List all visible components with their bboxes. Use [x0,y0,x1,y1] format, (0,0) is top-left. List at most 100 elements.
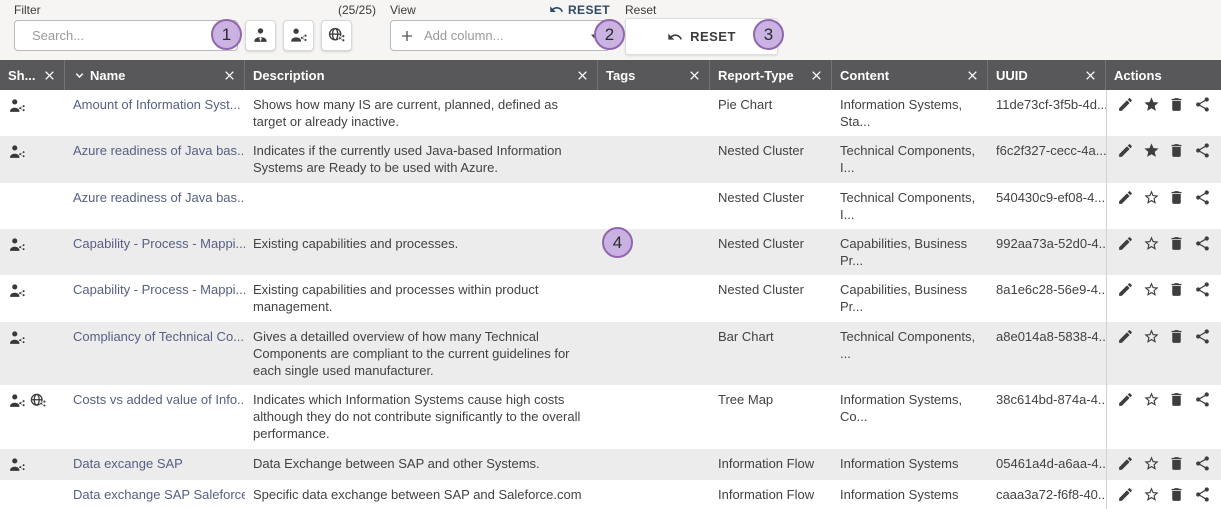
favorite-star-icon[interactable] [1143,486,1160,503]
favorite-star-icon[interactable] [1143,455,1160,472]
content-cell: Information Systems [832,480,988,509]
column-header-sh[interactable]: Sh... [0,60,65,90]
remove-column-icon[interactable] [43,69,56,82]
remove-column-icon[interactable] [576,69,589,82]
report-name-link[interactable]: Azure readiness of Java bas... [65,183,245,229]
actions-cell [1106,136,1221,182]
my-reports-filter-button[interactable] [245,20,276,51]
edit-icon[interactable] [1117,96,1134,113]
tags-cell [598,90,710,136]
globe-share-icon [327,26,346,45]
search-input[interactable] [30,27,195,44]
tags-cell [598,449,710,480]
report-name-link[interactable]: Data excange SAP [65,449,245,480]
description-cell: Existing capabilities and processes with… [245,275,598,321]
public-reports-filter-button[interactable] [321,20,352,51]
add-column-combobox[interactable] [390,20,610,51]
share-icon[interactable] [1194,391,1211,408]
edit-icon[interactable] [1117,235,1134,252]
report-type-cell: Pie Chart [710,90,832,136]
edit-icon[interactable] [1117,189,1134,206]
edit-icon[interactable] [1117,281,1134,298]
report-name-link[interactable]: Capability - Process - Mappi... [65,275,245,321]
report-name-link[interactable]: Costs vs added value of Info... [65,385,245,448]
delete-icon[interactable] [1168,96,1185,113]
annotation-circle-3: 3 [753,19,784,50]
delete-icon[interactable] [1168,235,1185,252]
favorite-star-icon[interactable] [1143,142,1160,159]
favorite-star-icon[interactable] [1143,189,1160,206]
share-icon[interactable] [1194,189,1211,206]
delete-icon[interactable] [1168,189,1185,206]
uuid-cell: f6c2f327-cecc-4a... [988,136,1106,182]
filter-label: Filter [14,3,41,17]
edit-icon[interactable] [1117,391,1134,408]
delete-icon[interactable] [1168,328,1185,345]
remove-column-icon[interactable] [1084,69,1097,82]
uuid-cell: caaa3a72-f6f8-40... [988,480,1106,509]
report-name-link[interactable]: Amount of Information Syst... [65,90,245,136]
delete-icon[interactable] [1168,455,1185,472]
content-cell: Technical Components, I... [832,183,988,229]
share-icon[interactable] [1194,281,1211,298]
table-row[interactable]: Data excange SAP Data Exchange between S… [0,449,1221,480]
table-row[interactable]: Data exchange SAP Saleforce Specific dat… [0,480,1221,509]
column-header-content[interactable]: Content [832,60,988,90]
column-header-description[interactable]: Description [245,60,598,90]
table-row[interactable]: Amount of Information Syst... Shows how … [0,90,1221,136]
edit-icon[interactable] [1117,455,1134,472]
table-row[interactable]: Azure readiness of Java bas... Nested Cl… [0,183,1221,229]
view-reset-button[interactable]: RESET [549,2,610,17]
remove-column-icon[interactable] [223,69,236,82]
table-row[interactable]: Capability - Process - Mappi... Existing… [0,275,1221,321]
report-type-cell: Bar Chart [710,322,832,385]
favorite-star-icon[interactable] [1143,328,1160,345]
edit-icon[interactable] [1117,486,1134,503]
favorite-star-icon[interactable] [1143,235,1160,252]
remove-column-icon[interactable] [966,69,979,82]
add-column-input[interactable] [422,27,572,44]
column-header-tags[interactable]: Tags [598,60,710,90]
share-icon[interactable] [1194,486,1211,503]
shared-cell [0,480,65,509]
table-row[interactable]: Costs vs added value of Info... Indicate… [0,385,1221,448]
report-name-link[interactable]: Data exchange SAP Saleforce [65,480,245,509]
share-icon[interactable] [1194,328,1211,345]
delete-icon[interactable] [1168,281,1185,298]
report-name-link[interactable]: Azure readiness of Java bas... [65,136,245,182]
favorite-star-icon[interactable] [1143,391,1160,408]
report-name-link[interactable]: Capability - Process - Mappi... [65,229,245,275]
remove-column-icon[interactable] [810,69,823,82]
share-icon[interactable] [1194,455,1211,472]
column-header-uuid[interactable]: UUID [988,60,1106,90]
column-header-name[interactable]: Name [65,60,245,90]
delete-icon[interactable] [1168,142,1185,159]
share-icon[interactable] [1194,235,1211,252]
favorite-star-icon[interactable] [1143,281,1160,298]
sort-descending-icon[interactable] [73,69,86,82]
table-row[interactable]: Azure readiness of Java bas... Indicates… [0,136,1221,182]
edit-icon[interactable] [1117,328,1134,345]
column-label: Sh... [8,68,35,83]
remove-column-icon[interactable] [688,69,701,82]
share-icon[interactable] [1194,142,1211,159]
shared-reports-filter-button[interactable] [283,20,314,51]
reset-panel-label: Reset [625,3,656,17]
content-cell: Technical Components, ... [832,322,988,385]
actions-cell [1106,229,1221,275]
report-name-link[interactable]: Compliancy of Technical Co... [65,322,245,385]
uuid-cell: 540430c9-ef08-4... [988,183,1106,229]
person-share-icon [8,236,26,254]
column-header-report-type[interactable]: Report-Type [710,60,832,90]
favorite-star-icon[interactable] [1143,96,1160,113]
delete-icon[interactable] [1168,391,1185,408]
column-header-actions[interactable]: Actions [1106,60,1221,90]
delete-icon[interactable] [1168,486,1185,503]
table-row[interactable]: Compliancy of Technical Co... Gives a de… [0,322,1221,385]
actions-cell [1106,275,1221,321]
business-person-icon [251,26,270,45]
search-box[interactable] [14,20,238,51]
report-type-cell: Nested Cluster [710,229,832,275]
share-icon[interactable] [1194,96,1211,113]
edit-icon[interactable] [1117,142,1134,159]
